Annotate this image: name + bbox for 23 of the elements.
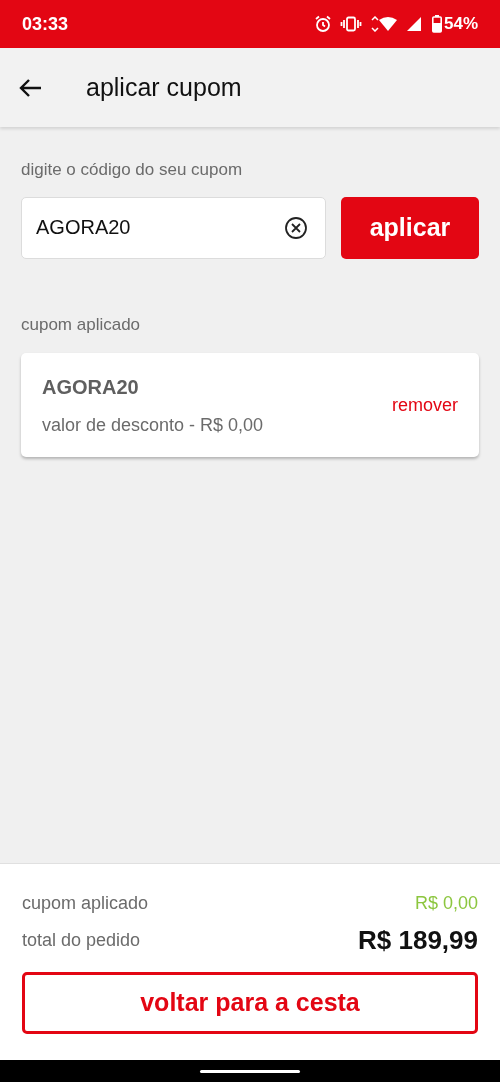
- remove-link[interactable]: remover: [392, 391, 458, 419]
- section-label: cupom aplicado: [21, 313, 142, 336]
- vibrate-icon: [339, 16, 362, 32]
- summary-label: total do pedido: [22, 929, 141, 952]
- clear-icon[interactable]: [284, 215, 308, 240]
- back-to-basket-button[interactable]: voltar para a cesta: [22, 972, 478, 1034]
- apply-button[interactable]: aplicar: [341, 196, 479, 259]
- discount-text: valor de desconto - R$ 0,00: [42, 413, 264, 437]
- home-indicator[interactable]: [200, 1069, 300, 1073]
- coupon-value: R$ 0,00: [414, 892, 478, 915]
- alarm-icon: [313, 15, 332, 33]
- status-time: 03:33: [22, 12, 69, 36]
- battery-percentage: 54%: [443, 13, 478, 36]
- wifi-icon: [369, 16, 398, 32]
- signal-icon: [405, 16, 424, 32]
- page-title: aplicar cupom: [86, 71, 242, 103]
- input-label: digite o código do seu cupom: [21, 159, 244, 181]
- battery-icon: [431, 15, 442, 33]
- coupon-code: AGORA20: [42, 374, 140, 400]
- total-value: R$ 189,99: [358, 924, 478, 957]
- coupon-field[interactable]: AGORA20: [21, 196, 326, 259]
- summary-label: cupom aplicado: [22, 892, 149, 915]
- back-arrow-icon[interactable]: [18, 77, 42, 98]
